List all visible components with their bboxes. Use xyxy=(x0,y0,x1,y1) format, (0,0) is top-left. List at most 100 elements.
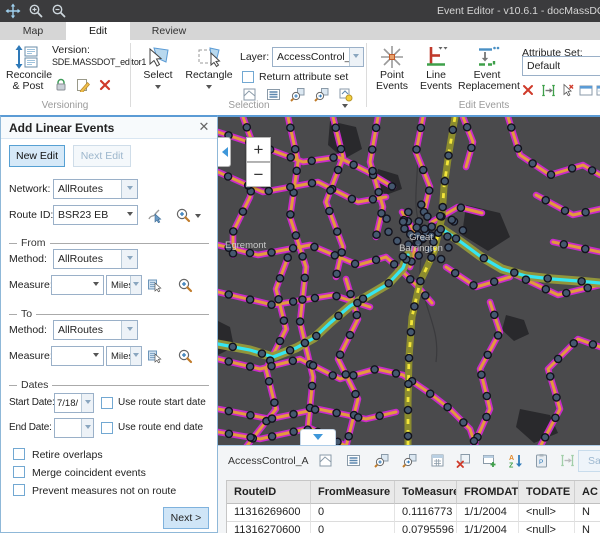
dates-section-label: Dates xyxy=(21,379,48,391)
grid-save-button[interactable]: Save xyxy=(578,450,600,472)
from-unit-caret[interactable] xyxy=(130,276,141,294)
select-route-on-map-icon[interactable] xyxy=(147,207,163,223)
attribute-set-combo[interactable]: Default xyxy=(522,56,600,76)
use-route-end-label: Use route end date xyxy=(118,418,203,438)
table-cell: 0.1116773 xyxy=(395,504,457,522)
use-route-end-checkbox[interactable] xyxy=(101,422,113,434)
ribbon-separator xyxy=(130,43,131,107)
merge-coincident-checkbox[interactable] xyxy=(13,466,25,478)
select-event-icon[interactable] xyxy=(560,83,575,98)
retire-overlaps-checkbox[interactable] xyxy=(13,448,25,460)
to-measure-on-map-icon[interactable] xyxy=(147,348,163,364)
next-button[interactable]: Next > xyxy=(163,507,209,529)
to-measure-zoom-icon[interactable] xyxy=(177,348,193,364)
from-unit-combo[interactable]: Miles xyxy=(106,275,142,295)
use-route-start-checkbox[interactable] xyxy=(101,397,113,409)
layer-combo-caret[interactable] xyxy=(349,48,363,66)
column-header-ac[interactable]: AC xyxy=(575,481,600,504)
end-date-caret[interactable] xyxy=(81,419,93,437)
to-method-combo[interactable]: AllRoutes xyxy=(53,320,138,340)
map-label-egremont: Egremont xyxy=(225,240,267,251)
grid-polygon-select-icon[interactable] xyxy=(318,453,334,469)
from-measure-on-map-icon[interactable] xyxy=(147,277,163,293)
table-cell: 0 xyxy=(311,522,395,533)
grid-clear-selection-icon[interactable] xyxy=(456,453,472,469)
edit-events-group-label: Edit Events xyxy=(368,100,600,111)
from-method-caret[interactable] xyxy=(121,250,137,268)
point-events-button[interactable]: Point Events xyxy=(372,44,412,92)
to-divider: To xyxy=(9,308,209,320)
grid-split-event-icon[interactable] xyxy=(560,453,576,469)
from-measure-combo[interactable] xyxy=(51,275,104,295)
to-unit-combo[interactable]: Miles xyxy=(106,346,142,366)
prevent-measures-checkbox[interactable] xyxy=(13,484,25,496)
tab-edit[interactable]: Edit xyxy=(66,22,130,40)
line-events-button[interactable]: Line Events xyxy=(416,44,456,92)
to-measure-combo[interactable] xyxy=(51,346,104,366)
grid-show-selected-icon[interactable] xyxy=(346,453,362,469)
end-date-combo[interactable] xyxy=(54,418,94,438)
select-button[interactable]: Select xyxy=(136,44,180,93)
from-measure-label: Measure: xyxy=(9,275,53,295)
route-zoom-icon[interactable] xyxy=(175,207,191,223)
map-canvas[interactable]: Egremont Great Barrington + − xyxy=(218,115,600,445)
panel-close-icon[interactable]: ✕ xyxy=(197,120,211,134)
select-dropdown-caret[interactable] xyxy=(155,85,161,92)
route-zoom-caret[interactable] xyxy=(195,214,201,221)
grid-sort-icon[interactable]: AZ xyxy=(508,453,524,469)
zoom-in-icon[interactable] xyxy=(28,3,44,19)
line-events-icon xyxy=(423,44,449,70)
event-window-icon[interactable] xyxy=(579,83,594,98)
tab-map[interactable]: Map xyxy=(4,22,62,40)
rectangle-button[interactable]: Rectangle xyxy=(184,44,234,93)
map-zoom-out-button[interactable]: − xyxy=(246,162,271,187)
start-date-caret[interactable] xyxy=(81,394,93,412)
column-header-frommeasure[interactable]: FromMeasure xyxy=(311,481,395,504)
pan-icon[interactable] xyxy=(5,3,21,19)
to-measure-caret[interactable] xyxy=(93,353,99,360)
grid-zoom-to-selected-icon[interactable] xyxy=(374,453,390,469)
column-header-tomeasure[interactable]: ToMeasure xyxy=(395,481,457,504)
delete-event-icon[interactable] xyxy=(522,84,535,97)
return-attribute-checkbox[interactable] xyxy=(242,71,254,83)
panel-collapse-button[interactable] xyxy=(218,137,231,167)
zoom-out-icon[interactable] xyxy=(51,3,67,19)
route-id-combo[interactable]: BSR23 EB xyxy=(53,205,138,225)
table-cell[interactable]: 11316270600 xyxy=(227,522,311,533)
table-cell: 0 xyxy=(311,504,395,522)
route-id-caret[interactable] xyxy=(127,212,133,219)
reconcile-post-icon xyxy=(15,44,41,70)
grid-attribute-set-icon[interactable]: P xyxy=(534,453,550,469)
start-date-combo[interactable]: 7/18/ xyxy=(54,393,94,413)
grid-calculate-icon[interactable] xyxy=(430,453,446,469)
version-lock-icon[interactable] xyxy=(54,78,69,93)
network-combo[interactable]: AllRoutes xyxy=(53,179,138,199)
map-zoom-in-button[interactable]: + xyxy=(246,137,271,162)
from-method-combo[interactable]: AllRoutes xyxy=(53,249,138,269)
grid-collapse-button[interactable] xyxy=(300,429,336,445)
dates-divider: Dates xyxy=(9,379,209,391)
from-measure-caret[interactable] xyxy=(93,282,99,289)
event-replacement-button[interactable]: Event Replacement xyxy=(458,44,516,92)
tab-review[interactable]: Review xyxy=(134,22,204,40)
grid-add-records-icon[interactable] xyxy=(482,453,498,469)
next-edit-button[interactable]: Next Edit xyxy=(73,145,131,167)
split-event-icon[interactable] xyxy=(541,83,556,98)
to-unit-caret[interactable] xyxy=(130,347,141,365)
layer-combo[interactable]: AccessControl_A xyxy=(272,47,364,67)
network-combo-caret[interactable] xyxy=(121,180,137,198)
reconcile-post-button[interactable]: Reconcile & Post xyxy=(6,44,50,92)
table-cell[interactable]: 11316269600 xyxy=(227,504,311,522)
grid-pan-to-selected-icon[interactable] xyxy=(402,453,418,469)
rectangle-dropdown-caret[interactable] xyxy=(206,85,212,92)
from-measure-zoom-icon[interactable] xyxy=(177,277,193,293)
delete-version-icon[interactable] xyxy=(99,79,111,91)
to-method-caret[interactable] xyxy=(121,321,137,339)
column-header-todate[interactable]: TODATE xyxy=(519,481,575,504)
column-header-routeid[interactable]: RouteID xyxy=(227,481,311,504)
use-route-start-label: Use route start date xyxy=(118,393,206,413)
event-window-alt-icon[interactable] xyxy=(596,83,600,98)
edit-version-icon[interactable] xyxy=(76,78,91,93)
column-header-fromdate[interactable]: FROMDATE xyxy=(457,481,519,504)
new-edit-button[interactable]: New Edit xyxy=(9,145,65,167)
